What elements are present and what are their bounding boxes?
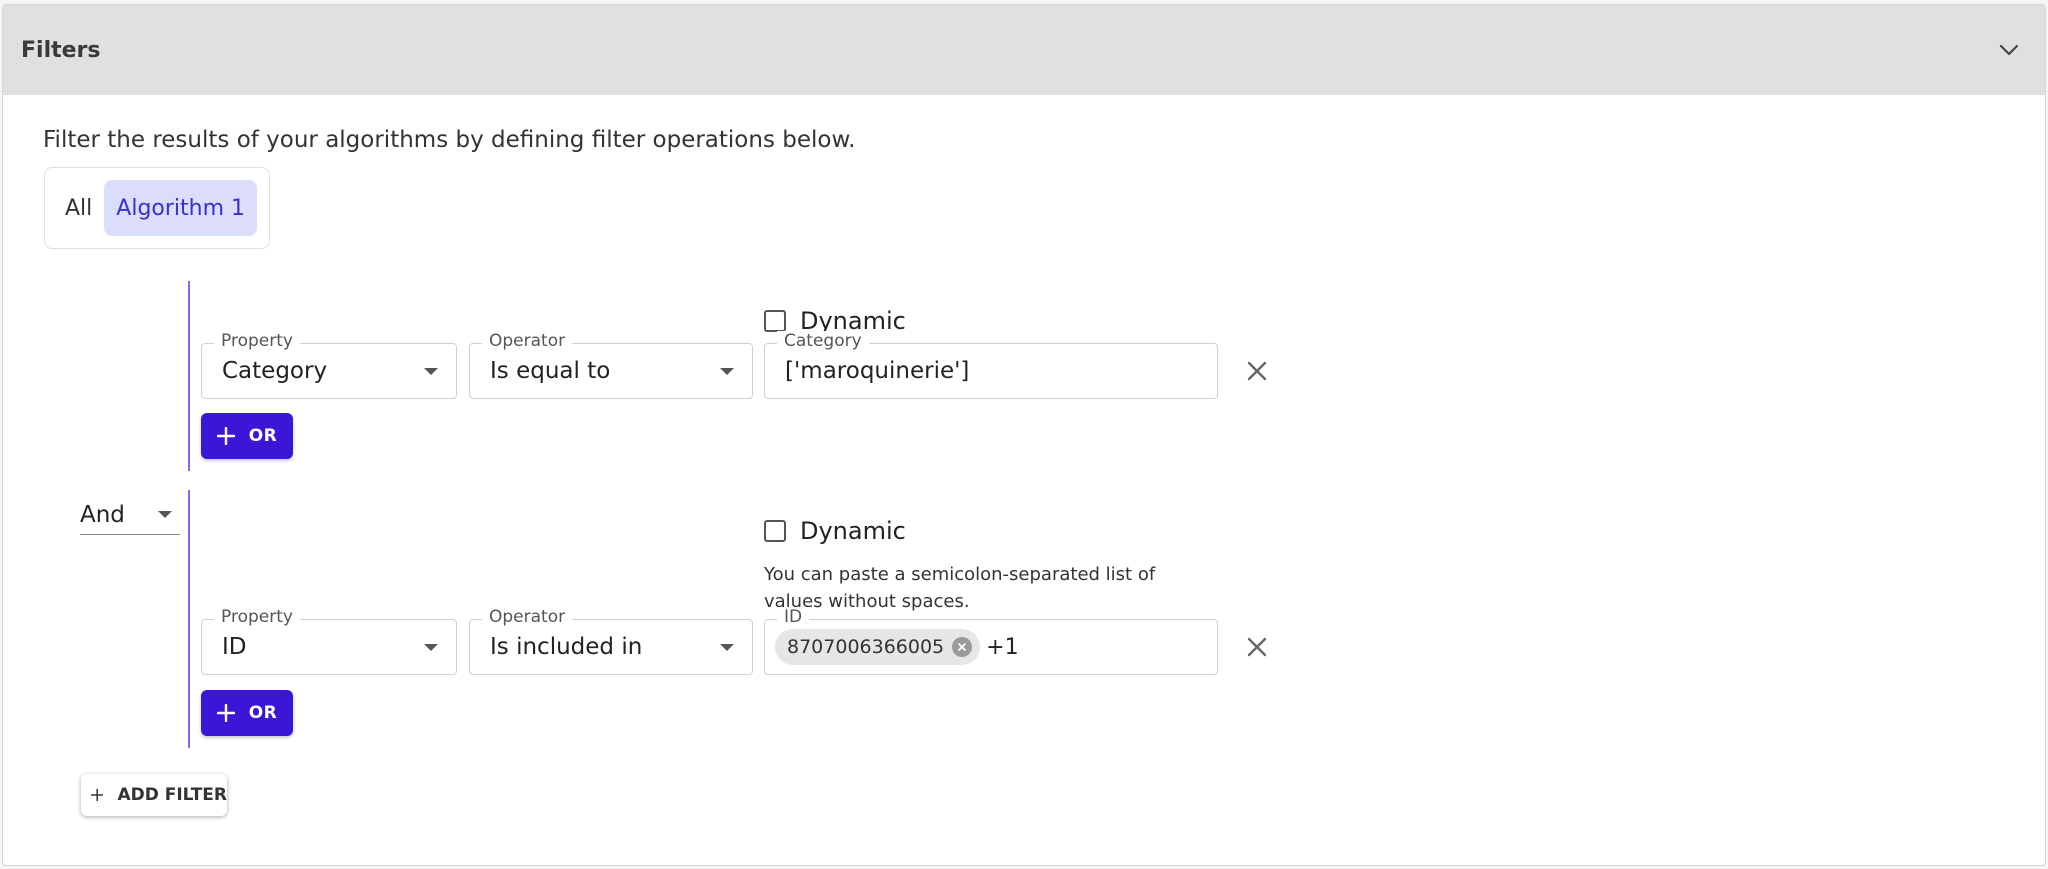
- operator-field-label: Operator: [482, 607, 573, 627]
- value-chip: 8707006366005: [775, 629, 981, 665]
- add-filter-label: ADD FILTER: [117, 785, 227, 805]
- property-select-1[interactable]: Property Category: [201, 331, 457, 399]
- logic-value: And: [80, 501, 125, 528]
- or-label: OR: [248, 703, 278, 723]
- caret-down-icon: [424, 367, 438, 375]
- add-filter-button[interactable]: ADD FILTER: [81, 774, 227, 816]
- dynamic-label: Dynamic: [800, 517, 906, 545]
- caret-down-icon: [720, 643, 734, 651]
- dynamic-checkbox-2[interactable]: Dynamic: [764, 517, 906, 545]
- operator-value: Is included in: [490, 634, 643, 660]
- checkbox-icon[interactable]: [764, 310, 786, 332]
- chip-label: 8707006366005: [787, 636, 945, 658]
- property-field-label: Property: [214, 331, 300, 351]
- value-input-1[interactable]: Category ['maroquinerie']: [764, 331, 1218, 399]
- filters-description: Filter the results of your algorithms by…: [43, 127, 856, 153]
- id-values-input[interactable]: ID 8707006366005 +1: [764, 607, 1218, 675]
- filter-group-line-2: [188, 490, 190, 748]
- add-or-condition-button-2[interactable]: OR: [201, 690, 293, 736]
- value-text[interactable]: ['maroquinerie']: [785, 358, 1199, 384]
- operator-select-1[interactable]: Operator Is equal to: [469, 331, 753, 399]
- or-label: OR: [248, 426, 278, 446]
- checkbox-icon[interactable]: [764, 520, 786, 542]
- more-values-count: +1: [986, 634, 1019, 660]
- plus-icon: [216, 427, 235, 445]
- panel-title: Filters: [21, 37, 101, 63]
- close-icon: [1247, 637, 1267, 657]
- filter-group-line-1: [188, 281, 190, 471]
- property-field-label: Property: [214, 607, 300, 627]
- filters-panel-header[interactable]: Filters: [3, 5, 2045, 95]
- remove-filter-button-2[interactable]: [1240, 630, 1274, 664]
- cancel-circle-icon[interactable]: [952, 637, 973, 657]
- close-icon: [1247, 361, 1267, 381]
- operator-select-2[interactable]: Operator Is included in: [469, 607, 753, 675]
- plus-icon: [91, 788, 104, 802]
- value-field-label: ID: [777, 607, 810, 627]
- property-select-2[interactable]: Property ID: [201, 607, 457, 675]
- scope-option-all[interactable]: All: [53, 180, 104, 236]
- operator-value: Is equal to: [490, 358, 611, 384]
- add-or-condition-button-1[interactable]: OR: [201, 413, 293, 459]
- logic-operator-select[interactable]: And: [80, 495, 180, 535]
- filters-panel: Filters Filter the results of your algor…: [2, 4, 2046, 866]
- property-value: ID: [222, 634, 247, 660]
- property-value: Category: [222, 358, 328, 384]
- scope-option-algorithm-1[interactable]: Algorithm 1: [104, 180, 258, 236]
- value-field-label: Category: [777, 331, 869, 351]
- remove-filter-button-1[interactable]: [1240, 354, 1274, 388]
- paste-helper-text: You can paste a semicolon-separated list…: [764, 564, 1156, 612]
- plus-icon: [216, 704, 235, 722]
- chevron-down-icon[interactable]: [1995, 36, 2023, 64]
- caret-down-icon: [424, 643, 438, 651]
- operator-field-label: Operator: [482, 331, 573, 351]
- caret-down-icon: [720, 367, 734, 375]
- caret-down-icon: [158, 511, 172, 518]
- algorithm-scope-toggle: All Algorithm 1: [44, 167, 270, 249]
